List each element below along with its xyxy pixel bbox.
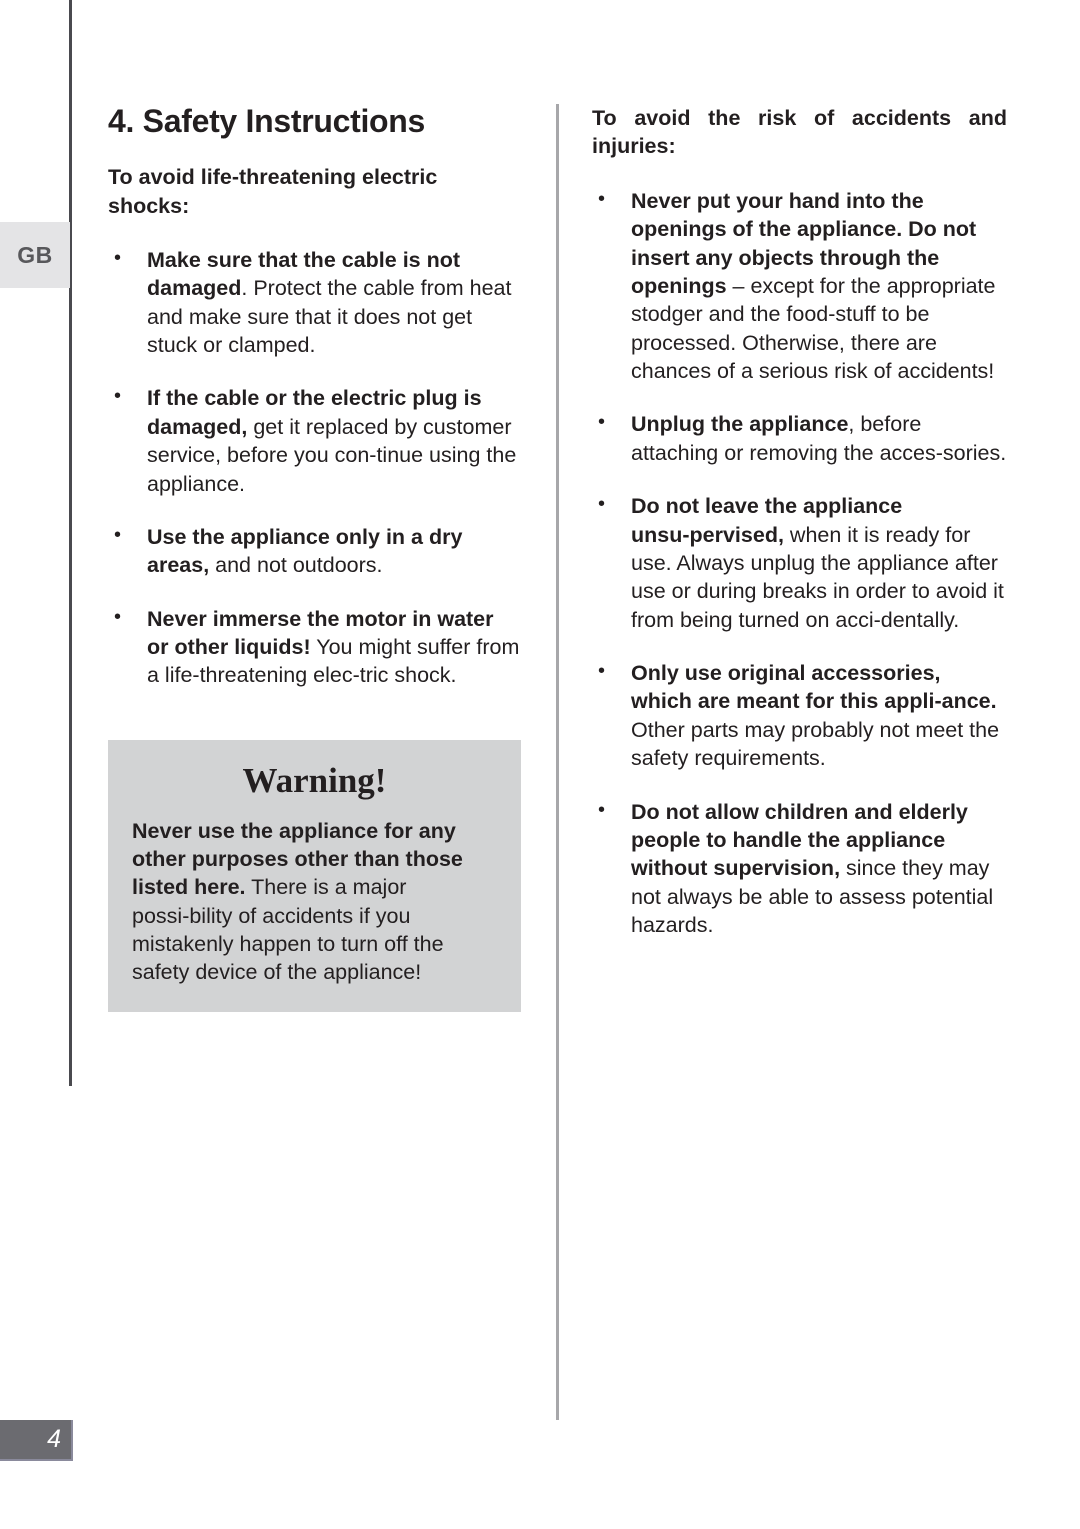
left-vertical-rule (69, 0, 72, 1086)
page-title: 4. Safety Instructions (108, 103, 426, 139)
list-item: Do not allow children and elderly people… (592, 797, 1007, 940)
language-tab-label: GB (17, 241, 53, 268)
right-column: To avoid the risk of accidents and injur… (592, 104, 1007, 939)
left-column-bullet-list: Make sure that the cable is not damaged.… (108, 245, 520, 690)
list-item-text: and not outdoors. (209, 553, 383, 578)
warning-box: Warning! Never use the appliance for any… (108, 740, 521, 1012)
page-number: 4 (47, 1425, 61, 1453)
list-item: Make sure that the cable is not damaged.… (108, 245, 520, 360)
right-column-lead: To avoid the risk of accidents and injur… (592, 106, 1007, 159)
language-tab-gb: GB (0, 222, 70, 288)
list-item: Never put your hand into the openings of… (592, 186, 1007, 386)
right-column-bullet-list: Never put your hand into the openings of… (592, 186, 1007, 940)
list-item-emphasis: Unplug the appliance (631, 412, 849, 437)
list-item: Use the appliance only in a dry areas, a… (108, 522, 520, 580)
column-divider-rule (556, 104, 559, 1420)
warning-body: Never use the appliance for any other pu… (132, 817, 497, 987)
left-column: 4. Safety Instructions To avoid life-thr… (108, 103, 520, 690)
list-item: Do not leave the appliance unsu‑pervised… (592, 491, 1007, 634)
left-column-lead: To avoid life-threatening electric shock… (108, 165, 438, 218)
list-item-emphasis: Only use original accessories, which are… (631, 661, 997, 714)
list-item: Never immerse the motor in water or othe… (108, 604, 520, 690)
list-item: If the cable or the electric plug is dam… (108, 383, 520, 498)
page-number-badge: 4 (0, 1420, 73, 1461)
warning-title: Warning! (242, 761, 387, 800)
list-item-text: Other parts may probably not meet the sa… (631, 717, 1000, 771)
list-item: Only use original accessories, which are… (592, 658, 1007, 773)
list-item: Unplug the appliance, before attaching o… (592, 409, 1007, 467)
